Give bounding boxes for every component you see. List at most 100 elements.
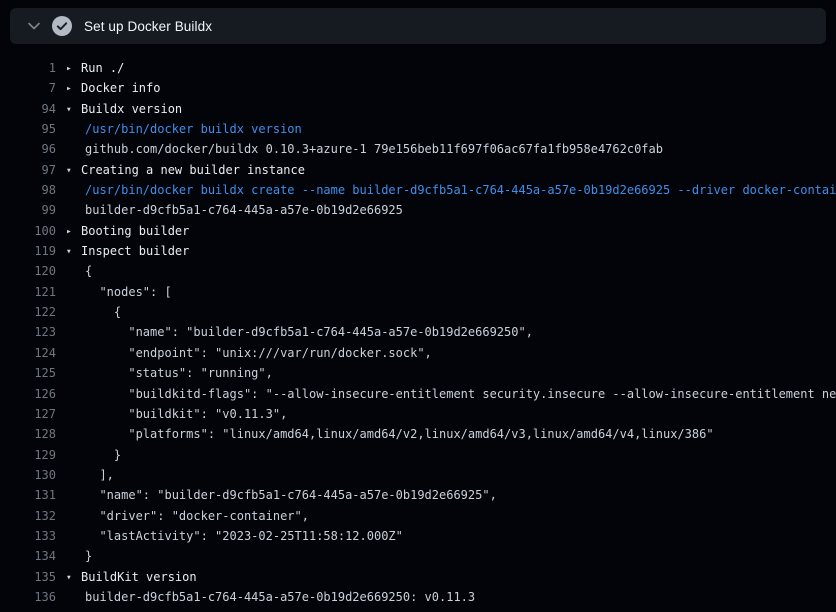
line-number[interactable]: 122: [0, 302, 56, 322]
line-number[interactable]: 127: [0, 404, 56, 424]
command-text: /usr/bin/docker buildx create --name bui…: [66, 180, 836, 200]
group-title: Booting builder: [81, 224, 189, 238]
log-line: 127 "buildkit": "v0.11.3",: [0, 404, 836, 424]
chevron-down-icon: [24, 22, 44, 30]
group-title: Creating a new builder instance: [81, 163, 305, 177]
log-text: }: [66, 546, 92, 566]
line-number[interactable]: 134: [0, 546, 56, 566]
line-number[interactable]: 135: [0, 567, 56, 587]
line-number[interactable]: 99: [0, 200, 56, 220]
group-toggle[interactable]: ▸Docker info: [66, 78, 160, 98]
log-line: 1 ▸Run ./: [0, 58, 836, 78]
log-line: 125 "status": "running",: [0, 363, 836, 383]
log-line: 132 "driver": "docker-container",: [0, 506, 836, 526]
log-line: 131 "name": "builder-d9cfb5a1-c764-445a-…: [0, 485, 836, 505]
log-line: 124 "endpoint": "unix:///var/run/docker.…: [0, 343, 836, 363]
log-line: 130 ],: [0, 465, 836, 485]
log-text: ],: [66, 465, 114, 485]
line-number[interactable]: 98: [0, 180, 56, 200]
log-line: 7 ▸Docker info: [0, 78, 836, 98]
line-number[interactable]: 94: [0, 99, 56, 119]
log-text: "driver": "docker-container",: [66, 506, 309, 526]
group-toggle[interactable]: ▾Creating a new builder instance: [66, 160, 305, 180]
log-line: 122 {: [0, 302, 836, 322]
line-number[interactable]: 7: [0, 78, 56, 98]
log-line: 97 ▾Creating a new builder instance: [0, 160, 836, 180]
triangle-right-icon: ▸: [66, 79, 81, 98]
check-circle-icon: [52, 16, 72, 36]
line-number[interactable]: 129: [0, 445, 56, 465]
log-line: 129 }: [0, 445, 836, 465]
log-text: "name": "builder-d9cfb5a1-c764-445a-a57e…: [66, 322, 533, 342]
line-number[interactable]: 130: [0, 465, 56, 485]
log-line: 135 ▾BuildKit version: [0, 567, 836, 587]
group-toggle[interactable]: ▾Buildx version: [66, 99, 182, 119]
log-line: 98/usr/bin/docker buildx create --name b…: [0, 180, 836, 200]
line-number[interactable]: 125: [0, 363, 56, 383]
step-header[interactable]: Set up Docker Buildx: [10, 8, 826, 44]
group-toggle[interactable]: ▾BuildKit version: [66, 567, 197, 587]
line-number[interactable]: 1: [0, 58, 56, 78]
line-number[interactable]: 119: [0, 241, 56, 261]
log-line: 99 builder-d9cfb5a1-c764-445a-a57e-0b19d2…: [0, 200, 836, 220]
line-number[interactable]: 132: [0, 506, 56, 526]
group-title: Run ./: [81, 61, 124, 75]
log-text: }: [66, 445, 121, 465]
triangle-down-icon: ▾: [66, 100, 81, 119]
command-text: /usr/bin/docker buildx version: [66, 119, 302, 139]
triangle-down-icon: ▾: [66, 568, 81, 587]
log-line: 121 "nodes": [: [0, 282, 836, 302]
group-title: Docker info: [81, 81, 160, 95]
group-title: BuildKit version: [81, 570, 197, 584]
log-line: 126 "buildkitd-flags": "--allow-insecure…: [0, 384, 836, 404]
triangle-right-icon: ▸: [66, 59, 81, 78]
triangle-right-icon: ▸: [66, 222, 81, 241]
step-title: Set up Docker Buildx: [84, 19, 212, 34]
log-text: "name": "builder-d9cfb5a1-c764-445a-a57e…: [66, 485, 497, 505]
line-number[interactable]: 136: [0, 587, 56, 607]
line-number[interactable]: 131: [0, 485, 56, 505]
log-line: 136 builder-d9cfb5a1-c764-445a-a57e-0b19d…: [0, 587, 836, 607]
log-line: 94 ▾Buildx version: [0, 99, 836, 119]
line-number[interactable]: 100: [0, 221, 56, 241]
log-line: 96 github.com/docker/buildx 0.10.3+azure-…: [0, 139, 836, 159]
triangle-down-icon: ▾: [66, 161, 81, 180]
line-number[interactable]: 126: [0, 384, 56, 404]
log-line: 134}: [0, 546, 836, 566]
log-text: "buildkit": "v0.11.3",: [66, 404, 287, 424]
log-text: "lastActivity": "2023-02-25T11:58:12.000…: [66, 526, 403, 546]
line-number[interactable]: 97: [0, 160, 56, 180]
group-title: Inspect builder: [81, 244, 189, 258]
log-line: 119 ▾Inspect builder: [0, 241, 836, 261]
line-number[interactable]: 120: [0, 261, 56, 281]
line-number[interactable]: 123: [0, 322, 56, 342]
log-lines: 1▸Run ./7▸Docker info94▾Buildx version95…: [0, 58, 836, 607]
log-line: 133 "lastActivity": "2023-02-25T11:58:12…: [0, 526, 836, 546]
log-text: {: [66, 302, 121, 322]
group-title: Buildx version: [81, 102, 182, 116]
log-text: "buildkitd-flags": "--allow-insecure-ent…: [66, 384, 836, 404]
log-text: "status": "running",: [66, 363, 273, 383]
log-text: builder-d9cfb5a1-c764-445a-a57e-0b19d2e6…: [66, 587, 475, 607]
log-line: 128 "platforms": "linux/amd64,linux/amd6…: [0, 424, 836, 444]
line-number[interactable]: 95: [0, 119, 56, 139]
log-text: builder-d9cfb5a1-c764-445a-a57e-0b19d2e6…: [66, 200, 403, 220]
triangle-down-icon: ▾: [66, 242, 81, 261]
log-text: {: [66, 261, 92, 281]
line-number[interactable]: 124: [0, 343, 56, 363]
log-text: github.com/docker/buildx 0.10.3+azure-1 …: [66, 139, 663, 159]
log-line: 123 "name": "builder-d9cfb5a1-c764-445a-…: [0, 322, 836, 342]
log-line: 100 ▸Booting builder: [0, 221, 836, 241]
line-number[interactable]: 133: [0, 526, 56, 546]
log-text: "platforms": "linux/amd64,linux/amd64/v2…: [66, 424, 714, 444]
log-text: "nodes": [: [66, 282, 172, 302]
log-line: 120 {: [0, 261, 836, 281]
group-toggle[interactable]: ▸Booting builder: [66, 221, 189, 241]
line-number[interactable]: 128: [0, 424, 56, 444]
group-toggle[interactable]: ▸Run ./: [66, 58, 124, 78]
line-number[interactable]: 121: [0, 282, 56, 302]
line-number[interactable]: 96: [0, 139, 56, 159]
group-toggle[interactable]: ▾Inspect builder: [66, 241, 189, 261]
log-line: 95/usr/bin/docker buildx version: [0, 119, 836, 139]
log-text: "endpoint": "unix:///var/run/docker.sock…: [66, 343, 432, 363]
